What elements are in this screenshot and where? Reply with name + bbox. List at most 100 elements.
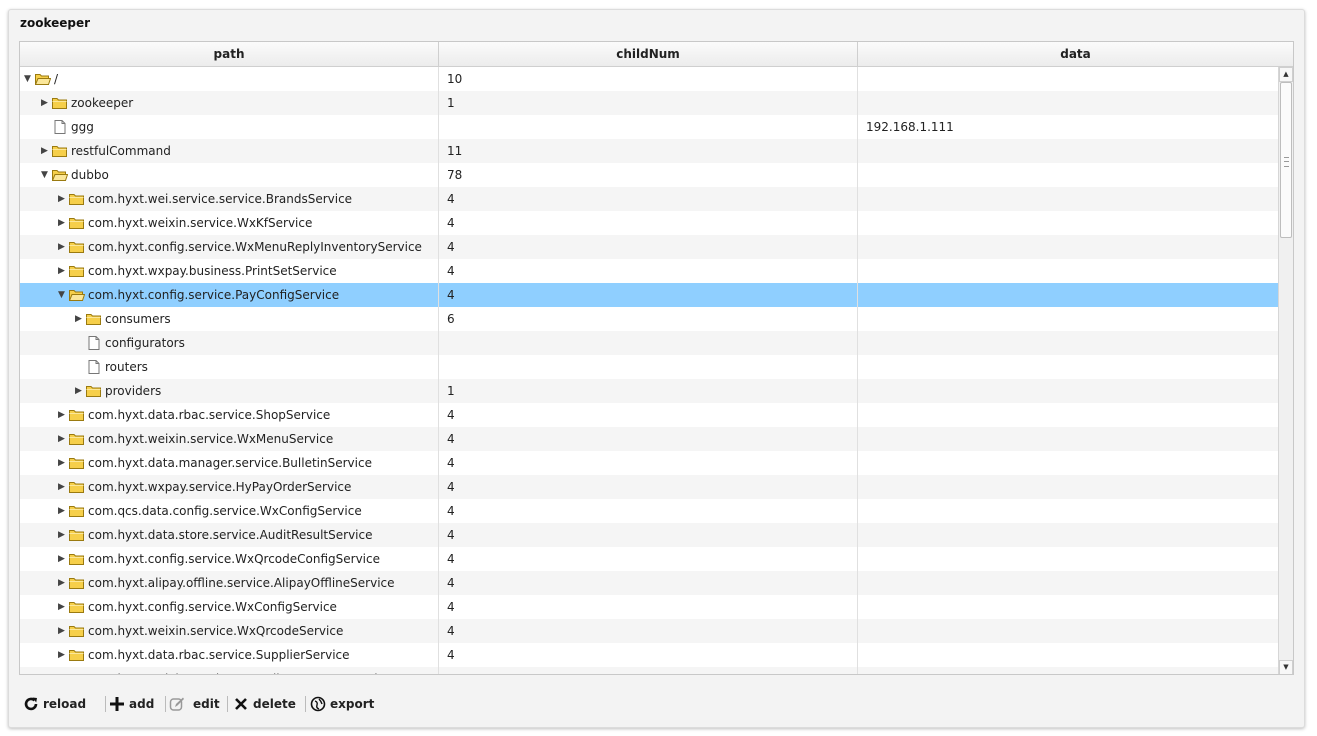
delete-label: delete (253, 697, 296, 711)
tree-row[interactable]: ▼/10 (20, 67, 1278, 91)
tree-row[interactable]: ▶ zookeeper 1 (20, 91, 1278, 115)
path-cell[interactable]: ▶ com.hyxt.data.rbac.service.SupplierServ… (20, 643, 439, 667)
scroll-thumb[interactable] (1280, 82, 1292, 238)
childnum-cell: 1 (439, 379, 858, 403)
path-cell[interactable]: ggg (20, 115, 439, 139)
collapsed-arrow-icon[interactable]: ▶ (58, 595, 68, 619)
path-cell[interactable]: ▶ com.hyxt.weixin.service.WxOnlinePayment… (20, 667, 439, 674)
tree-row[interactable]: ▶ com.hyxt.data.rbac.service.SupplierServ… (20, 643, 1278, 667)
collapsed-arrow-icon[interactable]: ▶ (58, 475, 68, 499)
childnum-cell: 4 (439, 547, 858, 571)
childnum-cell: 78 (439, 163, 858, 187)
collapsed-arrow-icon[interactable]: ▶ (58, 619, 68, 643)
tree-row[interactable]: ▼ dubbo 78 (20, 163, 1278, 187)
path-cell[interactable]: ▶ com.hyxt.config.service.WxConfigService (20, 595, 439, 619)
expanded-arrow-icon[interactable]: ▼ (41, 163, 51, 187)
collapsed-arrow-icon[interactable]: ▶ (58, 403, 68, 427)
folder-icon (69, 650, 84, 661)
file-icon (88, 336, 100, 350)
tree-row[interactable]: ▶ com.hyxt.weixin.service.WxKfService 4 (20, 211, 1278, 235)
tree-row[interactable]: ▶ com.hyxt.weixin.service.WxQrcodeService… (20, 619, 1278, 643)
path-cell[interactable]: ▶ com.hyxt.config.service.WxQrcodeConfigS… (20, 547, 439, 571)
collapsed-arrow-icon[interactable]: ▶ (41, 139, 51, 163)
tree-row[interactable]: configurators (20, 331, 1278, 355)
path-cell[interactable]: ▶ com.hyxt.data.rbac.service.ShopService (20, 403, 439, 427)
expanded-arrow-icon[interactable]: ▼ (24, 67, 34, 91)
childnum-cell: 4 (439, 619, 858, 643)
path-cell[interactable]: ▼ / (20, 67, 439, 91)
tree-row[interactable]: routers (20, 355, 1278, 379)
tree-row[interactable]: ▶ com.hyxt.weixin.service.WxMenuService 4 (20, 427, 1278, 451)
collapsed-arrow-icon[interactable]: ▶ (58, 211, 68, 235)
tree-row[interactable]: ▶ com.hyxt.data.manager.service.BulletinS… (20, 451, 1278, 475)
path-cell[interactable]: ▶ providers (20, 379, 439, 403)
tree-row[interactable]: ▶ com.hyxt.config.service.WxMenuReplyInve… (20, 235, 1278, 259)
path-cell[interactable]: ▶ com.hyxt.wxpay.business.PrintSetService (20, 259, 439, 283)
tree-row[interactable]: ▶ consumers 6 (20, 307, 1278, 331)
tree-row[interactable]: ▼ com.hyxt.config.service.PayConfigServic… (20, 283, 1278, 307)
collapsed-arrow-icon[interactable]: ▶ (58, 235, 68, 259)
collapsed-arrow-icon[interactable]: ▶ (58, 187, 68, 211)
tree-row[interactable]: ▶ com.qcs.data.config.service.WxConfigSer… (20, 499, 1278, 523)
collapsed-arrow-icon[interactable]: ▶ (58, 643, 68, 667)
path-cell[interactable]: ▼ com.hyxt.config.service.PayConfigServic… (20, 283, 439, 307)
childnum-cell: 4 (439, 475, 858, 499)
tree-row[interactable]: ▶ com.hyxt.alipay.offline.service.AlipayO… (20, 571, 1278, 595)
column-header-path[interactable]: path (20, 42, 439, 66)
collapsed-arrow-icon[interactable]: ▶ (75, 379, 85, 403)
collapsed-arrow-icon[interactable]: ▶ (58, 451, 68, 475)
data-cell (858, 499, 1278, 523)
tree-row[interactable]: ▶ com.hyxt.data.store.service.AuditResult… (20, 523, 1278, 547)
collapsed-arrow-icon[interactable]: ▶ (58, 499, 68, 523)
node-path-label: consumers (105, 312, 171, 326)
childnum-cell: 4 (439, 403, 858, 427)
tree-row[interactable]: ▶ com.hyxt.config.service.WxConfigService… (20, 595, 1278, 619)
vertical-scrollbar[interactable]: ▲ ▼ (1278, 67, 1293, 674)
path-cell[interactable]: ▶ com.hyxt.config.service.WxMenuReplyInve… (20, 235, 439, 259)
path-cell[interactable]: ▼ dubbo (20, 163, 439, 187)
zookeeper-panel: zookeeper path childNum data ▼/10 ▶ zookee… (8, 9, 1305, 728)
path-cell[interactable]: ▶ com.hyxt.wei.service.service.BrandsServ… (20, 187, 439, 211)
tree-row[interactable]: ▶ restfulCommand 11 (20, 139, 1278, 163)
path-cell[interactable]: ▶ com.hyxt.data.store.service.AuditResult… (20, 523, 439, 547)
path-cell[interactable]: ▶ com.hyxt.alipay.offline.service.AlipayO… (20, 571, 439, 595)
collapsed-arrow-icon[interactable]: ▶ (58, 667, 68, 674)
folder-open-icon (69, 290, 85, 301)
column-header-childnum[interactable]: childNum (439, 42, 858, 66)
collapsed-arrow-icon[interactable]: ▶ (41, 91, 51, 115)
path-cell[interactable]: routers (20, 355, 439, 379)
globe-icon (310, 696, 326, 712)
tree-row[interactable]: ▶ com.hyxt.wxpay.service.HyPayOrderServic… (20, 475, 1278, 499)
column-header-data[interactable]: data (858, 42, 1293, 66)
path-cell[interactable]: ▶ com.qcs.data.config.service.WxConfigSer… (20, 499, 439, 523)
path-cell[interactable]: ▶ com.hyxt.weixin.service.WxKfService (20, 211, 439, 235)
tree-grid: path childNum data ▼/10 ▶ zookeeper 1 ggg 192… (19, 41, 1294, 675)
collapsed-arrow-icon[interactable]: ▶ (58, 427, 68, 451)
tree-row[interactable]: ▶ com.hyxt.data.rbac.service.ShopService 4 (20, 403, 1278, 427)
collapsed-arrow-icon[interactable]: ▶ (58, 523, 68, 547)
path-cell[interactable]: ▶ com.hyxt.wxpay.service.HyPayOrderServic… (20, 475, 439, 499)
tree-row[interactable]: ▶ com.hyxt.config.service.WxQrcodeConfigS… (20, 547, 1278, 571)
path-cell[interactable]: ▶ com.hyxt.data.manager.service.BulletinS… (20, 451, 439, 475)
collapsed-arrow-icon[interactable]: ▶ (75, 307, 85, 331)
childnum-cell (439, 331, 858, 355)
tree-row[interactable]: ▶ providers 1 (20, 379, 1278, 403)
collapsed-arrow-icon[interactable]: ▶ (58, 547, 68, 571)
path-cell[interactable]: configurators (20, 331, 439, 355)
path-cell[interactable]: ▶ consumers (20, 307, 439, 331)
tree-row[interactable]: ggg 192.168.1.111 (20, 115, 1278, 139)
expanded-arrow-icon[interactable]: ▼ (58, 283, 68, 307)
node-path-label: com.hyxt.config.service.WxMenuReplyInven… (88, 240, 422, 254)
folder-icon (69, 218, 84, 229)
scroll-down-button[interactable]: ▼ (1279, 660, 1293, 674)
collapsed-arrow-icon[interactable]: ▶ (58, 571, 68, 595)
tree-row[interactable]: ▶ com.hyxt.weixin.service.WxOnlinePayment… (20, 667, 1278, 674)
path-cell[interactable]: ▶ com.hyxt.weixin.service.WxMenuService (20, 427, 439, 451)
collapsed-arrow-icon[interactable]: ▶ (58, 259, 68, 283)
path-cell[interactable]: ▶ restfulCommand (20, 139, 439, 163)
path-cell[interactable]: ▶ zookeeper (20, 91, 439, 115)
tree-row[interactable]: ▶ com.hyxt.wxpay.business.PrintSetService… (20, 259, 1278, 283)
tree-row[interactable]: ▶ com.hyxt.wei.service.service.BrandsServ… (20, 187, 1278, 211)
path-cell[interactable]: ▶ com.hyxt.weixin.service.WxQrcodeService (20, 619, 439, 643)
scroll-up-button[interactable]: ▲ (1279, 67, 1293, 82)
